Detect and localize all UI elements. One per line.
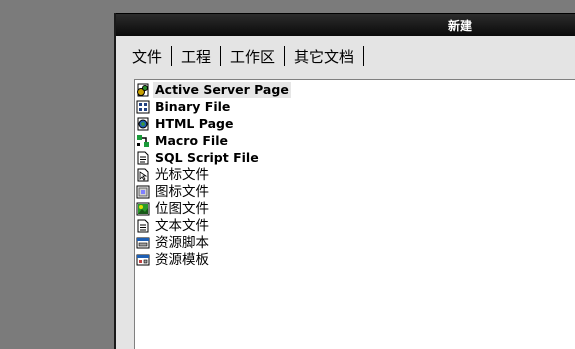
icon-file-icon: [136, 185, 150, 199]
new-dialog: 新建 文件 工程 工作区 其它文档 Active Server Page Bin…: [114, 13, 575, 349]
binary-file-icon: [136, 100, 150, 114]
asp-file-icon: [137, 83, 149, 97]
tab-workspaces[interactable]: 工作区: [230, 46, 284, 67]
list-item-html[interactable]: HTML Page: [136, 116, 235, 132]
list-item-macro[interactable]: Macro File: [136, 133, 230, 149]
list-item-binary[interactable]: Binary File: [136, 99, 232, 115]
tab-files[interactable]: 文件: [132, 46, 171, 67]
tab-divider: [284, 46, 286, 66]
list-item-bitmap-file[interactable]: 位图文件: [136, 201, 211, 217]
tab-divider: [171, 46, 173, 66]
bitmap-file-icon: [136, 202, 150, 216]
list-item-icon-file[interactable]: 图标文件: [136, 184, 211, 200]
tab-other-documents[interactable]: 其它文档: [294, 46, 363, 67]
sql-script-icon: [137, 151, 149, 165]
list-item-cursor-file[interactable]: 光标文件: [136, 167, 211, 183]
title-bar[interactable]: 新建: [116, 13, 575, 36]
resource-script-icon: [136, 237, 150, 249]
file-type-list[interactable]: Active Server Page Binary File HTML Page: [134, 79, 575, 349]
tab-divider: [220, 46, 222, 66]
text-file-icon: [137, 219, 149, 233]
tab-divider: [363, 46, 365, 66]
list-item-sql[interactable]: SQL Script File: [136, 150, 261, 166]
list-item-text-file[interactable]: 文本文件: [136, 218, 211, 234]
tab-projects[interactable]: 工程: [181, 46, 220, 67]
cursor-file-icon: [137, 168, 149, 182]
tab-bar: 文件 工程 工作区 其它文档: [132, 44, 373, 68]
html-page-icon: [137, 117, 149, 131]
list-item-resource-script[interactable]: 资源脚本: [136, 235, 211, 251]
resource-template-icon: [136, 254, 150, 266]
dialog-title: 新建: [448, 19, 473, 33]
list-item-resource-template[interactable]: 资源模板: [136, 252, 211, 268]
macro-file-icon: [137, 135, 149, 147]
list-item-asp[interactable]: Active Server Page: [136, 82, 291, 98]
